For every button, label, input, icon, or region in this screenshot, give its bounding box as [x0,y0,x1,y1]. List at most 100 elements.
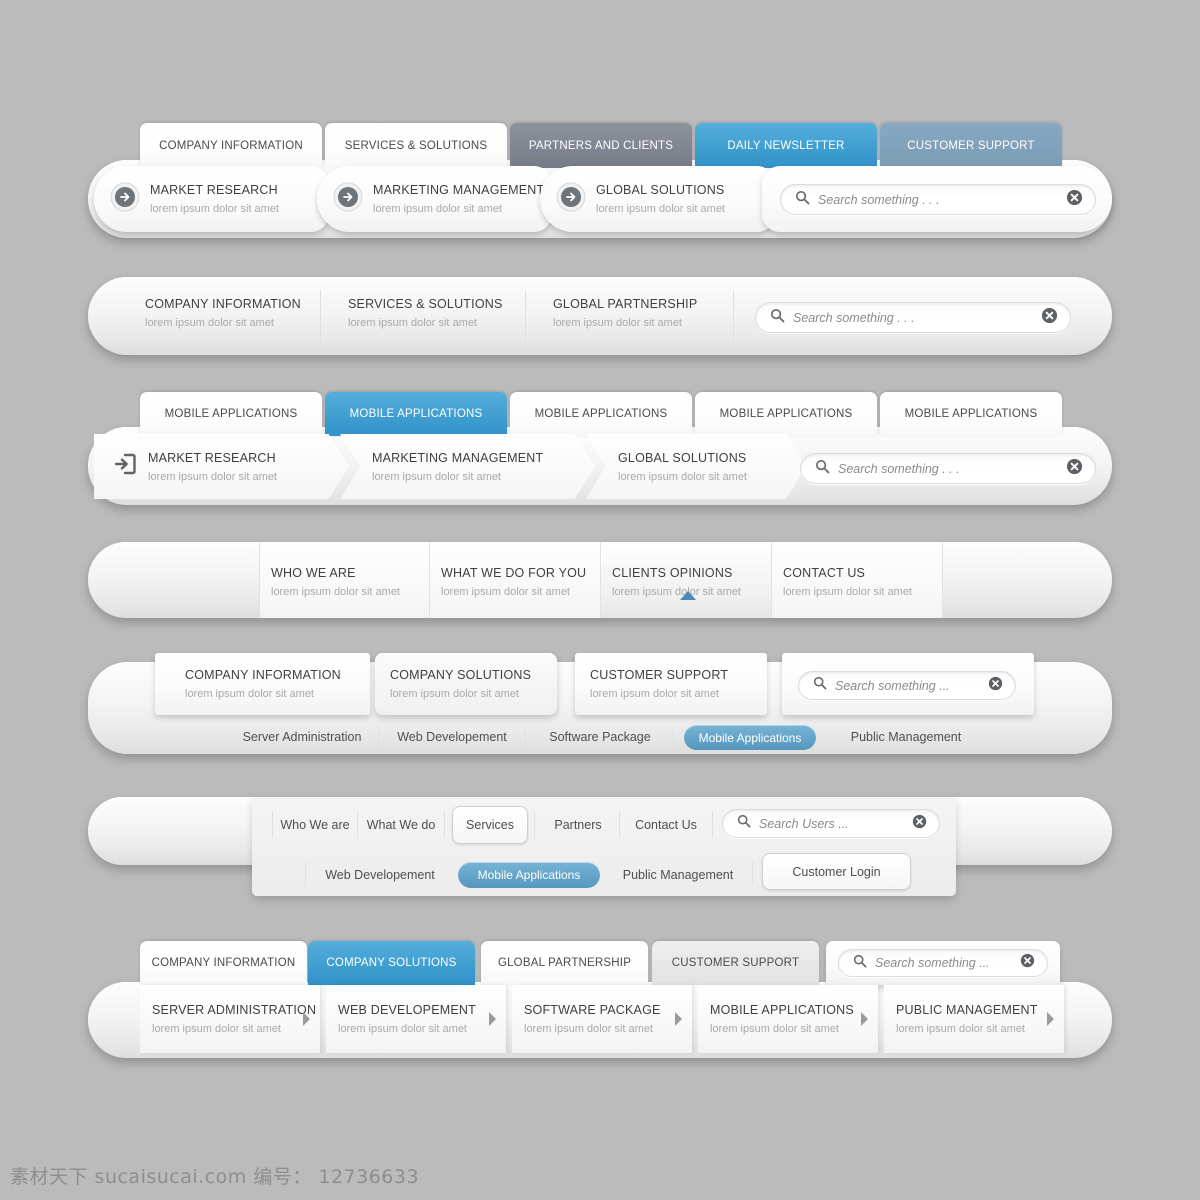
clear-search-icon[interactable] [1066,189,1083,211]
tab-label: GLOBAL PARTNERSHIP [497,957,632,969]
search-placeholder: Search something ... [875,956,990,970]
navbar7-item-mobile-applications[interactable]: MOBILE APPLICATIONS lorem ipsum dolor si… [698,985,878,1053]
tab-mobile-applications-4[interactable]: MOBILE APPLICATIONS [695,392,877,436]
navbar3-item-market-research[interactable]: MARKET RESEARCH lorem ipsum dolor sit am… [94,434,349,499]
link-label: Who We are [280,817,350,832]
navbar3-item-global-solutions[interactable]: GLOBAL SOLUTIONS lorem ipsum dolor sit a… [586,434,806,499]
item-subtitle: lorem ipsum dolor sit amet [390,688,519,700]
navbar5-item-company-solutions[interactable]: COMPANY SOLUTIONS lorem ipsum dolor sit … [375,653,557,715]
sublink-label: Web Developement [325,867,435,882]
navbar7-item-web-developement[interactable]: WEB DEVELOPEMENT lorem ipsum dolor sit a… [326,985,506,1053]
page-root: COMPANY INFORMATION SERVICES & SOLUTIONS… [0,0,1200,1200]
tab-mobile-applications-3[interactable]: MOBILE APPLICATIONS [510,392,692,436]
item-subtitle: lorem ipsum dolor sit amet [612,586,741,598]
navbar7-item-software-package[interactable]: SOFTWARE PACKAGE lorem ipsum dolor sit a… [512,985,692,1053]
navbar7-item-public-management[interactable]: PUBLIC MANAGEMENT lorem ipsum dolor sit … [884,985,1064,1053]
item-subtitle: lorem ipsum dolor sit amet [590,688,719,700]
search-input[interactable]: Search something . . . [755,302,1071,333]
navbar6-link-who-we-are[interactable]: Who We are [277,812,353,837]
item-title: CLIENTS OPINIONS [612,566,733,580]
link-label: Services [466,818,514,832]
tab-company-solutions[interactable]: COMPANY SOLUTIONS [308,941,475,985]
tab-global-partnership[interactable]: GLOBAL PARTNERSHIP [481,941,648,985]
navbar6-link-contact-us[interactable]: Contact Us [625,812,707,837]
navbar2-item-global-partnership[interactable]: GLOBAL PARTNERSHIP lorem ipsum dolor sit… [548,295,724,340]
navbar6-sublink-mobile-applications[interactable]: Mobile Applications [458,862,600,888]
tab-customer-support[interactable]: CUSTOMER SUPPORT [652,941,819,985]
item-subtitle: lorem ipsum dolor sit amet [618,470,747,483]
navbar5-item-customer-support[interactable]: CUSTOMER SUPPORT lorem ipsum dolor sit a… [575,653,767,715]
chevron-right-icon [488,1012,497,1031]
tab-label: MOBILE APPLICATIONS [349,408,483,420]
item-title: CONTACT US [783,566,866,580]
navbar6-sublink-public-management[interactable]: Public Management [610,862,746,887]
navbar5-sublink-public-management[interactable]: Public Management [836,725,976,749]
clear-search-icon[interactable] [912,814,927,834]
item-title: WEB DEVELOPEMENT [338,1003,476,1017]
navbar4-item-contact-us[interactable]: CONTACT US lorem ipsum dolor sit amet [772,542,943,618]
tab-label: CUSTOMER SUPPORT [907,139,1035,152]
navbar6-link-what-we-do[interactable]: What We do [362,812,440,837]
search-input[interactable]: Search something . . . [800,453,1096,484]
tab-label: MOBILE APPLICATIONS [719,408,853,420]
navbar2-item-company-information[interactable]: COMPANY INFORMATION lorem ipsum dolor si… [140,295,316,340]
navbar4-item-clients-opinions[interactable]: CLIENTS OPINIONS lorem ipsum dolor sit a… [601,542,772,618]
search-icon [795,190,810,210]
clear-search-icon[interactable] [988,676,1003,696]
clear-search-icon[interactable] [1041,307,1058,329]
tab-company-information[interactable]: COMPANY INFORMATION [140,941,307,985]
divider [357,811,358,838]
navbar5-item-company-information[interactable]: COMPANY INFORMATION lorem ipsum dolor si… [155,653,370,715]
link-label: What We do [366,817,436,832]
search-input[interactable]: Search something . . . [780,184,1096,215]
divider [619,811,620,838]
navbar1-item-global-solutions[interactable]: GLOBAL SOLUTIONS lorem ipsum dolor sit a… [540,166,775,232]
item-title: MARKETING MANAGEMENT [372,450,544,465]
customer-login-button[interactable]: Customer Login [762,853,911,890]
item-title: CUSTOMER SUPPORT [590,668,729,682]
navbar6-sublink-web-developement[interactable]: Web Developement [312,862,448,887]
search-icon [853,954,867,973]
circle-arrow-right-icon [110,182,140,217]
navbar5-sublink-server-administration[interactable]: Server Administration [228,725,376,749]
search-users-input[interactable]: Search Users ... [722,809,940,838]
item-subtitle: lorem ipsum dolor sit amet [338,1023,467,1035]
search-placeholder: Search Users ... [759,816,849,831]
tab-daily-newsletter[interactable]: DAILY NEWSLETTER [695,123,877,168]
login-enter-icon [112,451,138,482]
search-placeholder: Search something . . . [793,310,915,325]
sublink-label: Public Management [850,730,962,744]
navbar1-item-marketing-management[interactable]: MARKETING MANAGEMENT lorem ipsum dolor s… [317,166,552,232]
navbar4-item-who-we-are[interactable]: WHO WE ARE lorem ipsum dolor sit amet [259,542,430,618]
navbar6-link-partners[interactable]: Partners [540,812,616,837]
tab-company-information[interactable]: COMPANY INFORMATION [140,123,322,168]
search-icon [813,676,827,695]
navbar5-sublink-web-developement[interactable]: Web Developement [382,725,522,749]
clear-search-icon[interactable] [1020,953,1035,973]
navbar4-item-what-we-do-for-you[interactable]: WHAT WE DO FOR YOU lorem ipsum dolor sit… [430,542,601,618]
navbar5-sublink-software-package[interactable]: Software Package [530,725,670,749]
clear-search-icon[interactable] [1066,458,1083,480]
tab-partners-and-clients[interactable]: PARTNERS AND CLIENTS [510,123,692,168]
navbar1-item-market-research[interactable]: MARKET RESEARCH lorem ipsum dolor sit am… [94,166,329,232]
item-title: MARKETING MANAGEMENT [373,183,545,197]
search-input[interactable]: Search something ... [798,671,1016,700]
link-label: Contact Us [635,817,697,832]
tab-mobile-applications-5[interactable]: MOBILE APPLICATIONS [880,392,1062,436]
navbar2-item-services-solutions[interactable]: SERVICES & SOLUTIONS lorem ipsum dolor s… [343,295,519,340]
tab-services-solutions[interactable]: SERVICES & SOLUTIONS [325,123,507,168]
item-subtitle: lorem ipsum dolor sit amet [148,470,277,483]
item-subtitle: lorem ipsum dolor sit amet [372,470,501,483]
search-icon [815,459,830,479]
search-input[interactable]: Search something ... [838,949,1048,977]
tab-customer-support[interactable]: CUSTOMER SUPPORT [880,123,1062,168]
item-title: MOBILE APPLICATIONS [710,1003,854,1017]
link-label: Partners [554,817,602,832]
navbar7-item-server-administration[interactable]: SERVER ADMINISTRATION lorem ipsum dolor … [140,985,320,1053]
navbar6-link-services[interactable]: Services [452,806,528,844]
item-title: GLOBAL PARTNERSHIP [553,297,698,311]
tab-mobile-applications-2[interactable]: MOBILE APPLICATIONS [325,392,507,436]
tab-mobile-applications-1[interactable]: MOBILE APPLICATIONS [140,392,322,436]
navbar3-item-marketing-management[interactable]: MARKETING MANAGEMENT lorem ipsum dolor s… [340,434,595,499]
navbar5-sublink-mobile-applications[interactable]: Mobile Applications [684,725,816,750]
